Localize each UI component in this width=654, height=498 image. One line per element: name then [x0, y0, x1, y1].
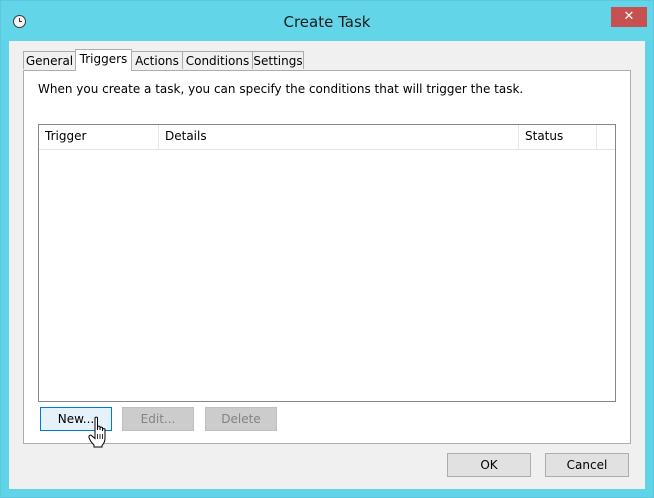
- column-header-status[interactable]: Status: [519, 125, 597, 149]
- column-header-details[interactable]: Details: [159, 125, 519, 149]
- delete-trigger-button[interactable]: Delete: [205, 407, 277, 431]
- triggers-description: When you create a task, you can specify …: [38, 82, 524, 96]
- tab-actions[interactable]: Actions: [131, 51, 183, 69]
- tab-triggers[interactable]: Triggers: [75, 49, 132, 71]
- triggers-panel: When you create a task, you can specify …: [23, 70, 631, 444]
- list-header: Trigger Details Status: [39, 125, 615, 150]
- edit-trigger-button[interactable]: Edit...: [122, 407, 194, 431]
- tab-general[interactable]: General: [23, 51, 76, 69]
- cancel-button[interactable]: Cancel: [545, 453, 629, 477]
- tab-conditions[interactable]: Conditions: [182, 51, 253, 69]
- title-bar[interactable]: Create Task ✕: [1, 1, 653, 41]
- triggers-list[interactable]: Trigger Details Status: [38, 124, 616, 402]
- ok-button[interactable]: OK: [447, 453, 531, 477]
- tab-settings[interactable]: Settings: [252, 51, 304, 69]
- hand-pointer-icon: [88, 416, 106, 448]
- column-header-trigger[interactable]: Trigger: [39, 125, 159, 149]
- window-title: Create Task: [283, 13, 371, 31]
- close-button[interactable]: ✕: [611, 7, 647, 27]
